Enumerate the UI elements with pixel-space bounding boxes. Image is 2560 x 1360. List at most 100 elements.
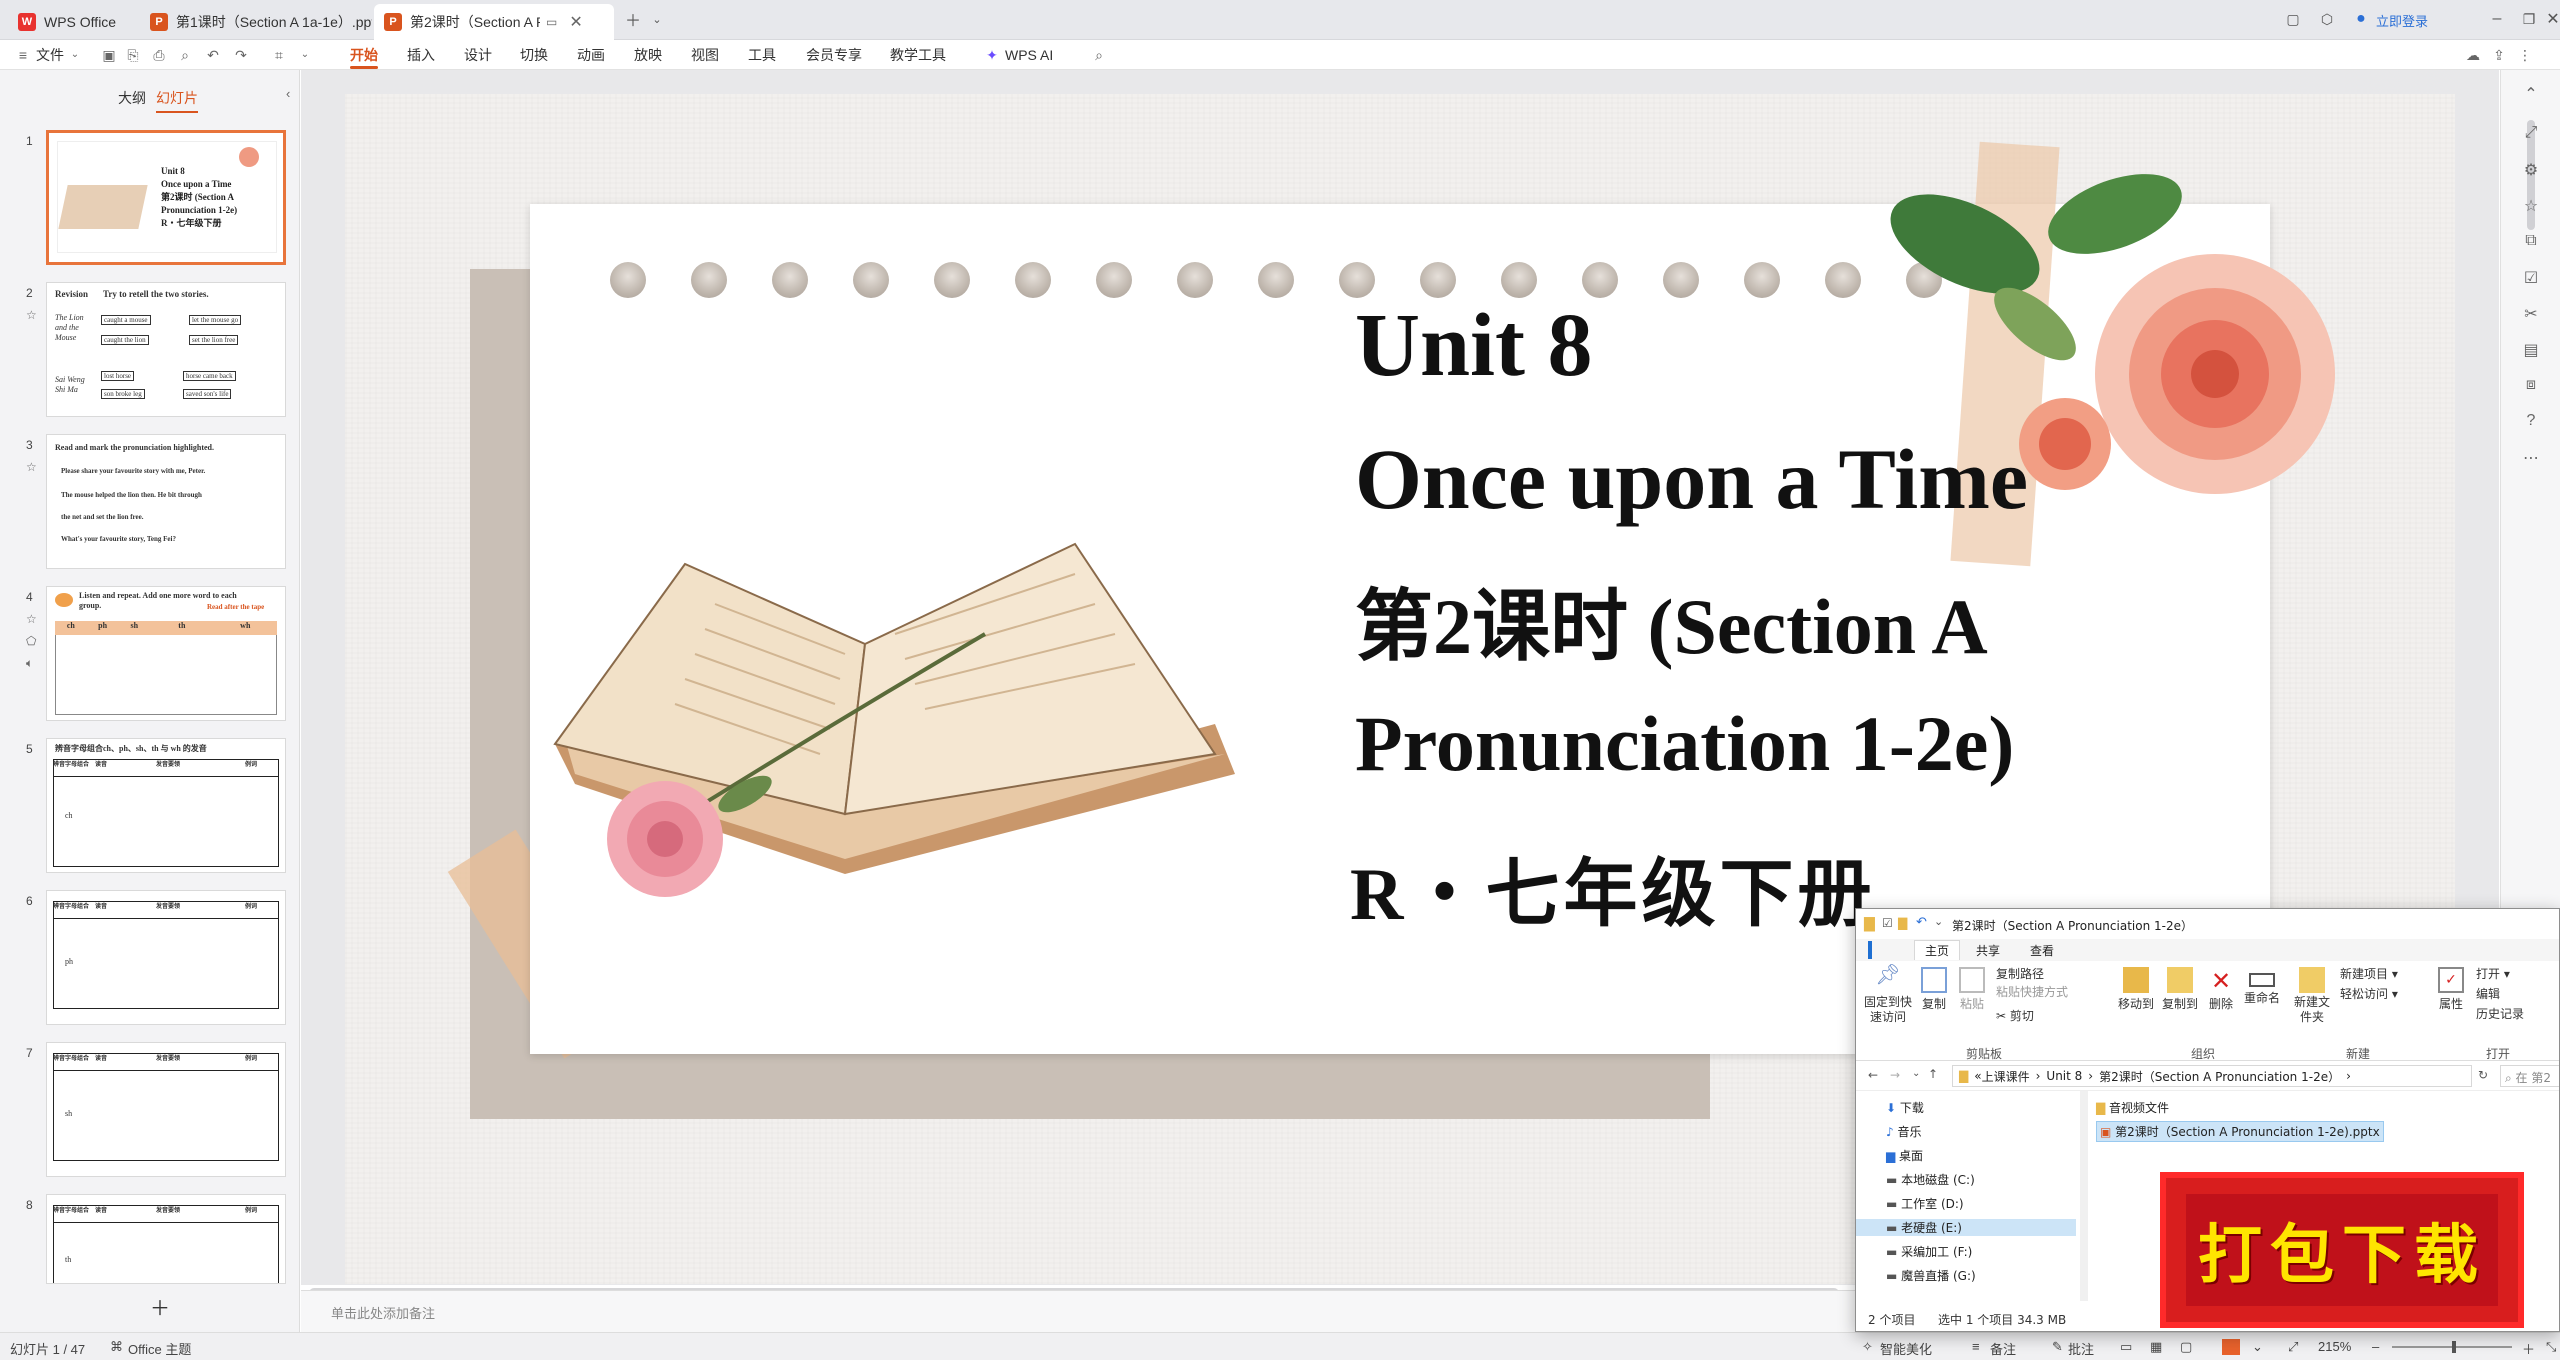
- zoom-level[interactable]: 215%: [2318, 1339, 2351, 1354]
- slide-thumbnail-8[interactable]: 辨音字母组合 读音 发音要领 例词 th: [46, 1194, 286, 1284]
- tab-document-1[interactable]: P 第1课时（Section A 1a-1e）.pptx: [140, 4, 372, 40]
- pages-icon[interactable]: ⧈: [2521, 376, 2541, 396]
- slide-title-main[interactable]: Once upon a Time: [1355, 429, 2028, 529]
- menu-design[interactable]: 设计: [464, 40, 492, 70]
- slideshow-icon[interactable]: [2222, 1339, 2240, 1355]
- pin-quick-access-button[interactable]: 📌︎ 固定到快速访问: [1862, 964, 1914, 1025]
- star-icon[interactable]: ☆: [26, 460, 37, 474]
- sorter-view-icon[interactable]: ▦: [2150, 1339, 2162, 1355]
- format-painter-icon[interactable]: ⌗: [270, 46, 288, 64]
- zoom-out-icon[interactable]: –: [2372, 1339, 2379, 1354]
- cube-icon[interactable]: ⬡: [2316, 8, 2338, 30]
- file-menu[interactable]: 文件: [36, 40, 64, 70]
- menu-home[interactable]: 开始: [350, 40, 378, 70]
- document-icon[interactable]: ▤: [2521, 340, 2541, 360]
- menu-member[interactable]: 会员专享: [806, 40, 862, 70]
- file-item-folder[interactable]: ▇ 音视频文件: [2096, 1099, 2169, 1116]
- nav-item-downloads[interactable]: ⬇ 下载: [1886, 1099, 1924, 1116]
- chevron-up-icon[interactable]: ⌃: [2521, 84, 2541, 104]
- preview-icon[interactable]: ⌕: [176, 46, 194, 64]
- menu-view[interactable]: 视图: [691, 40, 719, 70]
- settings-icon[interactable]: ⚙: [2521, 160, 2541, 180]
- check-icon[interactable]: ☑: [2521, 268, 2541, 288]
- rename-button[interactable]: 重命名: [2242, 967, 2282, 1006]
- fit-window-icon[interactable]: ⤡: [2546, 1339, 2556, 1355]
- share-icon[interactable]: ⇪: [2490, 46, 2508, 64]
- tab-outline[interactable]: 大纲: [118, 88, 146, 108]
- add-slide-icon[interactable]: ＋: [150, 1292, 170, 1321]
- theme-name[interactable]: Office 主题: [128, 1339, 191, 1358]
- nav-item-drive-e[interactable]: ▬ 老硬盘 (E:): [1856, 1219, 2076, 1236]
- export-icon[interactable]: ⎘: [124, 46, 142, 64]
- address-bar[interactable]: ← → ⌄ ↑ ▇ « 上课课件 › Unit 8 › 第2课时（Section…: [1856, 1061, 2559, 1091]
- menu-teaching-tools[interactable]: 教学工具: [890, 40, 946, 70]
- cut-button[interactable]: ✂ 剪切: [1996, 1007, 2034, 1024]
- edit-button[interactable]: 编辑: [2476, 985, 2500, 1002]
- beautify-button[interactable]: 智能美化: [1880, 1339, 1932, 1358]
- slide-thumbnail-5[interactable]: 辨音字母组合ch、ph、sh、th 与 wh 的发音 辨音字母组合 读音 发音要…: [46, 738, 286, 873]
- nav-item-drive-c[interactable]: ▬ 本地磁盘 (C:): [1886, 1171, 1975, 1188]
- more-icon[interactable]: ⋮: [2516, 46, 2534, 64]
- close-window-icon[interactable]: ✕: [2542, 8, 2560, 30]
- close-tab-icon[interactable]: ✕: [569, 12, 582, 32]
- collapse-panel-icon[interactable]: ‹: [286, 86, 290, 101]
- refresh-icon[interactable]: ↻: [2478, 1068, 2488, 1082]
- nav-item-drive-g[interactable]: ▬ 魔兽直播 (G:): [1886, 1267, 1976, 1284]
- star-icon[interactable]: ☆: [26, 308, 37, 322]
- slide-thumbnail-1[interactable]: Unit 8 Once upon a Time 第2课时 (Section A …: [46, 130, 286, 265]
- slide-subtitle-grade[interactable]: R・七年级下册: [1350, 834, 1875, 941]
- slide-thumbnail-3[interactable]: Read and mark the pronunciation highligh…: [46, 434, 286, 569]
- copy-button[interactable]: 复制: [1918, 967, 1950, 1012]
- nav-item-desktop[interactable]: ▆ 桌面: [1886, 1147, 1923, 1164]
- menu-tools[interactable]: 工具: [748, 40, 776, 70]
- properties-icon[interactable]: ☑: [1882, 916, 1893, 930]
- breadcrumb-item[interactable]: 上课课件: [1982, 1068, 2030, 1085]
- reading-view-icon[interactable]: ▢: [2180, 1339, 2192, 1355]
- normal-view-icon[interactable]: ▭: [2120, 1339, 2132, 1355]
- tab-home[interactable]: 主页: [1914, 940, 1961, 960]
- easy-access-button[interactable]: 轻松访问 ▾: [2340, 985, 2398, 1002]
- slide-thumbnail-7[interactable]: 辨音字母组合 读音 发音要领 例词 sh: [46, 1042, 286, 1177]
- new-tab-icon[interactable]: ＋: [622, 8, 644, 30]
- zoom-slider-thumb[interactable]: [2452, 1341, 2456, 1353]
- tools-icon[interactable]: ✂: [2521, 304, 2541, 324]
- tab-view[interactable]: 查看: [2030, 942, 2054, 959]
- open-button[interactable]: 打开 ▾: [2476, 965, 2510, 982]
- undo-icon[interactable]: ↶: [1916, 915, 1927, 930]
- copy-path-button[interactable]: 复制路径: [1996, 965, 2044, 982]
- chevron-down-icon[interactable]: ⌄: [646, 8, 668, 30]
- undo-icon[interactable]: ↶: [204, 46, 222, 64]
- tab-share[interactable]: 共享: [1976, 942, 2000, 959]
- menu-insert[interactable]: 插入: [407, 40, 435, 70]
- help-icon[interactable]: ?: [2521, 412, 2541, 432]
- fit-icon[interactable]: ⤢: [2288, 1339, 2298, 1355]
- print-icon[interactable]: ⎙: [150, 46, 168, 64]
- hamburger-menu-icon[interactable]: ≡: [14, 46, 32, 64]
- copy-icon[interactable]: ⧉: [2521, 232, 2541, 252]
- star-icon[interactable]: ☆: [26, 612, 37, 626]
- tab-document-2[interactable]: P 第2课时（Section A Pronunc ▭ ✕: [374, 4, 614, 40]
- nav-item-music[interactable]: ♪ 音乐: [1886, 1123, 1922, 1140]
- slide-subtitle-section[interactable]: 第2课时 (Section A: [1355, 564, 1988, 676]
- window-icon[interactable]: ▢: [2282, 8, 2304, 30]
- slide-thumbnail-4[interactable]: Listen and repeat. Add one more word to …: [46, 586, 286, 721]
- paste-button[interactable]: 粘贴: [1956, 967, 1988, 1012]
- new-folder-button[interactable]: 新建文件夹: [2292, 967, 2332, 1025]
- paste-shortcut-button[interactable]: 粘贴快捷方式: [1996, 983, 2068, 1000]
- more-icon[interactable]: ⋯: [2521, 448, 2541, 468]
- slide-thumbnail-2[interactable]: Revision Try to retell the two stories. …: [46, 282, 286, 417]
- chevron-down-icon[interactable]: ⌄: [1912, 1068, 1920, 1079]
- save-icon[interactable]: ▣: [100, 46, 118, 64]
- menu-slideshow[interactable]: 放映: [634, 40, 662, 70]
- menu-wps-ai[interactable]: WPS AI: [1005, 40, 1053, 70]
- copy-to-button[interactable]: 复制到: [2160, 967, 2200, 1012]
- tab-wps-office[interactable]: W WPS Office: [8, 4, 138, 40]
- user-avatar-icon[interactable]: ●: [2350, 8, 2372, 30]
- back-icon[interactable]: ←: [1868, 1068, 1878, 1082]
- login-link[interactable]: 立即登录: [2376, 11, 2428, 30]
- forward-icon[interactable]: →: [1890, 1068, 1900, 1082]
- menu-transition[interactable]: 切换: [520, 40, 548, 70]
- properties-button[interactable]: ✓ 属性: [2434, 967, 2468, 1012]
- search-input[interactable]: ⌕ 在 第2: [2500, 1065, 2559, 1087]
- search-icon[interactable]: ⌕: [1090, 46, 1108, 64]
